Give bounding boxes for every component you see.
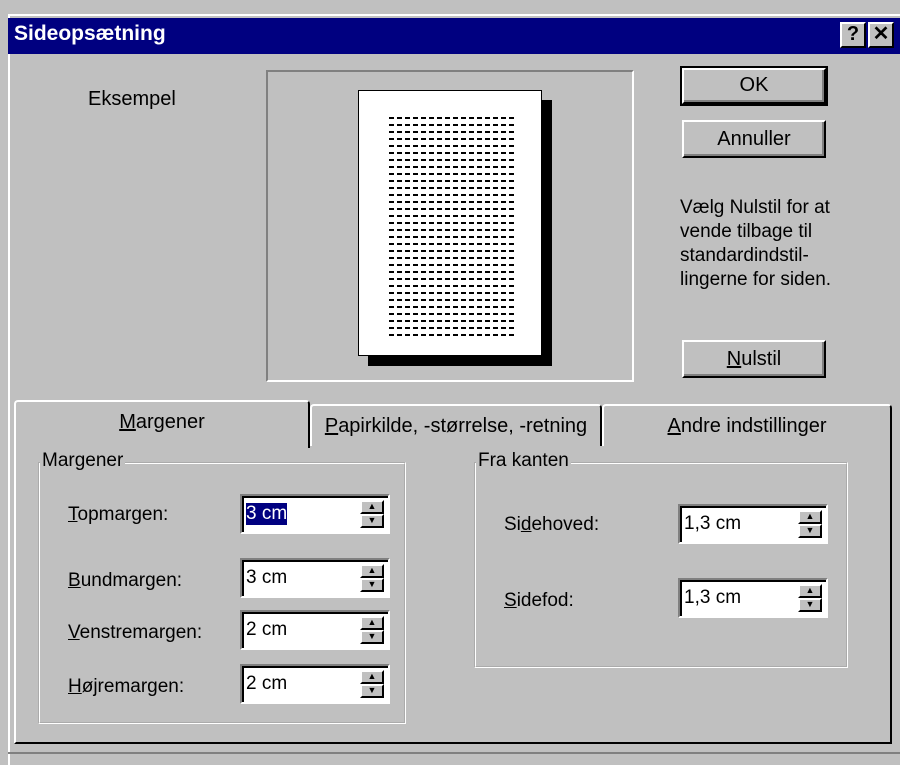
mnemonic: d: [520, 514, 532, 535]
top-margin-spinner[interactable]: ▲ ▼: [360, 500, 384, 528]
title-bar[interactable]: Sideopsætning ? ✕: [8, 18, 900, 54]
tab-mnemonic: A: [667, 415, 681, 437]
right-margin-value[interactable]: 2 cm: [246, 673, 287, 695]
footer-distance-spinner[interactable]: ▲ ▼: [798, 584, 822, 612]
spin-down-icon[interactable]: ▼: [360, 684, 384, 698]
tab-label: apirkilde, -størrelse, -retning: [338, 415, 588, 437]
right-margin-spinner[interactable]: ▲ ▼: [360, 670, 384, 698]
bottom-margin-field[interactable]: 3 cm ▲ ▼: [240, 558, 390, 598]
left-margin-value[interactable]: 2 cm: [246, 619, 287, 641]
tab-andre-indstillinger[interactable]: Andre indstillinger: [602, 404, 892, 446]
mnemonic: V: [68, 622, 80, 643]
reset-info-text: Vælg Nulstil for at vende tilbage til st…: [680, 196, 880, 292]
mnemonic: T: [68, 504, 78, 525]
spin-down-icon[interactable]: ▼: [798, 598, 822, 612]
spin-up-icon[interactable]: ▲: [798, 584, 822, 598]
spin-up-icon[interactable]: ▲: [360, 670, 384, 684]
info-line: Vælg Nulstil for at: [680, 197, 830, 218]
tab-label: ndre indstillinger: [680, 415, 827, 437]
edge-group-label: Fra kanten: [476, 450, 571, 472]
reset-mnemonic: N: [726, 348, 742, 370]
left-margin-field[interactable]: 2 cm ▲ ▼: [240, 610, 390, 650]
info-line: lingerne for siden.: [680, 269, 832, 290]
edge-group: Fra kanten: [474, 450, 848, 668]
mnemonic: H: [68, 676, 82, 697]
mnemonic: B: [68, 570, 81, 591]
close-button[interactable]: ✕: [868, 22, 894, 48]
label-text: undmargen:: [80, 570, 183, 591]
footer-distance-value[interactable]: 1,3 cm: [684, 587, 741, 609]
label-text: idefod:: [516, 590, 574, 611]
page-preview: [358, 90, 542, 356]
top-margin-label: Topmargen:: [68, 504, 168, 526]
footer-distance-label: Sidefod:: [504, 590, 574, 612]
tab-mnemonic: P: [324, 415, 339, 437]
header-distance-spinner[interactable]: ▲ ▼: [798, 510, 822, 538]
reset-label: ulstil: [741, 348, 782, 370]
header-distance-value[interactable]: 1,3 cm: [684, 513, 741, 535]
spin-down-icon[interactable]: ▼: [360, 514, 384, 528]
info-line: standardindstil-: [680, 245, 809, 266]
right-margin-field[interactable]: 2 cm ▲ ▼: [240, 664, 390, 704]
header-distance-field[interactable]: 1,3 cm ▲ ▼: [678, 504, 828, 544]
top-margin-field[interactable]: 3 cm ▲ ▼: [240, 494, 390, 534]
bottom-edge: [8, 752, 900, 754]
right-margin-label: Højremargen:: [68, 676, 184, 698]
window-title: Sideopsætning: [14, 22, 166, 45]
help-button[interactable]: ?: [840, 22, 866, 48]
top-margin-value[interactable]: 3 cm: [246, 503, 288, 525]
ok-button[interactable]: OK: [680, 66, 828, 106]
margins-group-label: Margener: [40, 450, 126, 472]
left-margin-label: Venstremargen:: [68, 622, 202, 644]
page-preview-text-lines: [389, 117, 517, 339]
spin-down-icon[interactable]: ▼: [360, 630, 384, 644]
tab-margener[interactable]: Margener: [14, 400, 310, 448]
spin-up-icon[interactable]: ▲: [798, 510, 822, 524]
label-text: Si: [504, 514, 521, 535]
spin-up-icon[interactable]: ▲: [360, 500, 384, 514]
label-text: opmargen:: [77, 504, 169, 525]
header-distance-label: Sidehoved:: [504, 514, 599, 536]
reset-button[interactable]: Nulstil: [682, 340, 826, 378]
label-text: enstremargen:: [79, 622, 203, 643]
footer-distance-field[interactable]: 1,3 cm ▲ ▼: [678, 578, 828, 618]
left-margin-spinner[interactable]: ▲ ▼: [360, 616, 384, 644]
tab-label: argener: [135, 411, 205, 433]
spin-down-icon[interactable]: ▼: [798, 524, 822, 538]
label-text: ehoved:: [531, 514, 600, 535]
bottom-margin-label: Bundmargen:: [68, 570, 182, 592]
example-label: Eksempel: [88, 88, 176, 110]
spin-down-icon[interactable]: ▼: [360, 578, 384, 592]
info-line: vende tilbage til: [680, 221, 813, 242]
bottom-margin-spinner[interactable]: ▲ ▼: [360, 564, 384, 592]
spin-up-icon[interactable]: ▲: [360, 564, 384, 578]
cancel-button[interactable]: Annuller: [682, 120, 826, 158]
label-text: øjremargen:: [81, 676, 185, 697]
close-icon: ✕: [872, 23, 890, 45]
bottom-margin-value[interactable]: 3 cm: [246, 567, 287, 589]
tab-papirkilde[interactable]: Papirkilde, -størrelse, -retning: [310, 404, 602, 446]
spin-up-icon[interactable]: ▲: [360, 616, 384, 630]
mnemonic: S: [504, 590, 517, 611]
tab-mnemonic: M: [119, 411, 136, 433]
